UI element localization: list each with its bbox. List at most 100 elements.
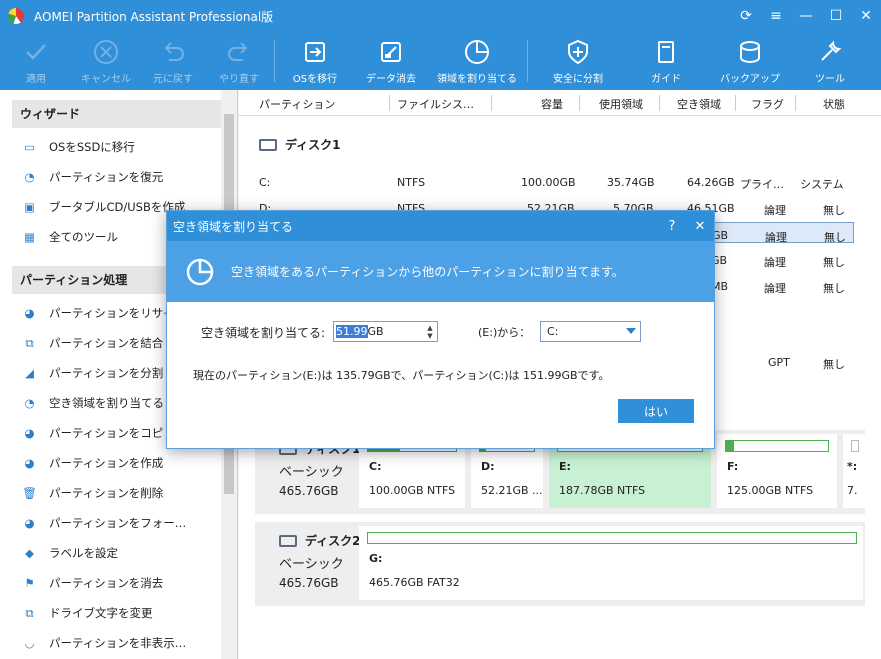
col-filesystem[interactable]: ファイルシス… <box>397 96 474 112</box>
spin-down-icon[interactable]: ▼ <box>427 332 432 340</box>
menu-icon[interactable]: ≡ <box>761 8 791 24</box>
sidebar-item-label: パーティションを復元 <box>49 170 164 184</box>
sidebar-item-drive-letter[interactable]: ⧉ ドライブ文字を変更 <box>0 598 212 628</box>
disk-icon <box>279 534 297 547</box>
source-partition-select[interactable]: C: <box>540 321 641 342</box>
cell-status: 無し <box>823 204 845 217</box>
redo-button[interactable]: やり直す <box>206 32 272 90</box>
col-flag[interactable]: フラグ <box>751 96 784 112</box>
backup-button[interactable]: バックアップ <box>706 32 794 90</box>
wipe-data-button[interactable]: データ消去 <box>353 32 429 90</box>
sidebar-item-label: パーティションをリサイ <box>49 306 175 320</box>
safe-split-icon <box>568 39 588 65</box>
apply-button[interactable]: 適用 <box>0 32 72 90</box>
guide-button[interactable]: ガイド <box>626 32 706 90</box>
sidebar-item-label-set[interactable]: ◆ ラベルを設定 <box>0 538 212 568</box>
wipe-icon: ⚑ <box>24 576 35 590</box>
disk-map-type: ベーシック <box>279 465 344 480</box>
sidebar-item-label: OSをSSDに移行 <box>49 140 135 154</box>
cell-flag: 論理 <box>764 204 786 217</box>
migrate-os-button[interactable]: OSを移行 <box>277 32 353 90</box>
allocate-icon: ◔ <box>24 396 35 410</box>
cell-flag: 論理 <box>764 282 786 295</box>
dialog-banner: 空き領域をあるパーティションから他のパーティションに割り当てます。 <box>167 241 714 302</box>
partition-block-g[interactable]: G: 465.76GB FAT32 <box>359 526 863 600</box>
toolbar-separator <box>274 40 275 82</box>
help-button[interactable]: ? <box>658 219 686 234</box>
wipe-data-icon <box>381 42 401 62</box>
col-used[interactable]: 使用領域 <box>599 96 643 112</box>
cell-flag: プライ… <box>740 178 784 191</box>
partition-block-unallocated[interactable]: *: 7. <box>843 434 865 508</box>
col-status[interactable]: 状態 <box>823 96 845 112</box>
cancel-label: キャンセル <box>81 74 131 85</box>
col-free[interactable]: 空き領域 <box>677 96 721 112</box>
migrate-os-label: OSを移行 <box>292 74 338 85</box>
cell-status: 無し <box>823 256 845 269</box>
sidebar-item-hide[interactable]: ◡ パーティションを非表示… <box>0 628 212 658</box>
sidebar-item-label: パーティションを作成 <box>49 456 164 470</box>
table-row[interactable]: GB 論理 無し <box>709 248 854 274</box>
sidebar-item-create[interactable]: ◕ パーティションを作成 <box>0 448 212 478</box>
chevron-down-icon <box>626 328 636 334</box>
table-row[interactable]: MB 論理 無し <box>709 274 854 300</box>
undo-button[interactable]: 元に戻す <box>140 32 206 90</box>
close-button[interactable]: ✕ <box>851 8 881 24</box>
sidebar-item-migrate-os[interactable]: ▭ OSをSSDに移行 <box>0 132 212 162</box>
partition-block-f[interactable]: F: 125.00GB NTFS <box>717 434 837 508</box>
dialog-description: 現在のパーティション(E:)は 135.79GBで、パーティション(C:)は 1… <box>193 369 610 382</box>
cell-status: 無し <box>824 231 846 244</box>
refresh-icon[interactable]: ⟳ <box>731 8 761 24</box>
table-row[interactable]: C: NTFS 100.00GB 35.74GB 64.26GB プライ… シス… <box>239 170 859 196</box>
allocate-space-dialog: 空き領域を割り当てる ? ✕ 空き領域をあるパーティションから他のパーティション… <box>166 210 715 449</box>
dialog-title: 空き領域を割り当てる <box>173 219 294 234</box>
tools-button[interactable]: ツール <box>794 32 866 90</box>
spin-up-icon[interactable]: ▲ <box>427 324 432 332</box>
sidebar-item-format[interactable]: ◕ パーティションをフォー… <box>0 508 212 538</box>
sidebar-item-delete[interactable]: 🗑 パーティションを削除 <box>0 478 212 508</box>
minimize-button[interactable]: — <box>791 8 821 24</box>
sidebar-item-label: パーティションを消去 <box>49 576 164 590</box>
amount-spinbox[interactable]: 51.99GB ▲ ▼ <box>333 321 438 342</box>
label-icon: ◆ <box>25 546 34 560</box>
ok-button[interactable]: はい <box>618 399 694 423</box>
allocate-space-icon <box>465 40 489 64</box>
sidebar-item-label: パーティションを結合 <box>49 336 164 350</box>
undo-label: 元に戻す <box>153 74 193 85</box>
apply-label: 適用 <box>26 74 46 85</box>
col-capacity[interactable]: 容量 <box>541 96 563 112</box>
spin-arrows[interactable]: ▲ ▼ <box>423 322 437 341</box>
dialog-close-button[interactable]: ✕ <box>686 219 714 234</box>
window-title: AOMEI Partition Assistant Professional版 <box>34 9 274 24</box>
disk-map-size: 465.76GB <box>279 484 339 498</box>
toolbar: 適用 キャンセル 元に戻す やり直す OSを移行 データ消去 領域を割り当てる … <box>0 32 881 90</box>
disk-migrate-icon: ▭ <box>24 140 35 154</box>
cancel-button[interactable]: キャンセル <box>72 32 140 90</box>
cell-capacity: 100.00GB <box>521 176 576 189</box>
wipe-data-label: データ消去 <box>366 74 416 85</box>
undo-icon <box>164 42 184 61</box>
amount-value[interactable]: 51.99GB <box>334 325 384 338</box>
allocate-space-icon <box>186 258 214 285</box>
disk-map-info: ディスク2 ベーシック 465.76GB <box>279 532 361 590</box>
maximize-button[interactable]: ☐ <box>821 8 851 24</box>
table-row[interactable]: GPT 無し <box>709 350 854 376</box>
col-partition[interactable]: パーティション <box>259 96 335 112</box>
sidebar-item-label: パーティションを削除 <box>49 486 164 500</box>
cell-used: 35.74GB <box>607 176 655 189</box>
table-row-selected[interactable]: GB 論理 無し <box>709 222 854 244</box>
check-icon <box>26 44 46 60</box>
copy-icon: ◕ <box>24 426 35 440</box>
cell-flag: 論理 <box>765 231 787 244</box>
wizard-section-title: ウィザード <box>12 100 227 128</box>
sidebar-item-wipe[interactable]: ⚑ パーティションを消去 <box>0 568 212 598</box>
format-icon: ◕ <box>24 516 35 530</box>
sidebar-item-recover[interactable]: ◔ パーティションを復元 <box>0 162 212 192</box>
disk-map-name: ディスク2 <box>279 532 361 549</box>
allocate-space-button[interactable]: 領域を割り当てる <box>429 32 525 90</box>
safe-split-button[interactable]: 安全に分割 <box>530 32 626 90</box>
cell-status: 無し <box>823 358 845 371</box>
sidebar-item-label: パーティションをフォー… <box>49 516 187 530</box>
backup-icon <box>740 41 760 64</box>
from-label: (E:)から： <box>478 326 531 339</box>
